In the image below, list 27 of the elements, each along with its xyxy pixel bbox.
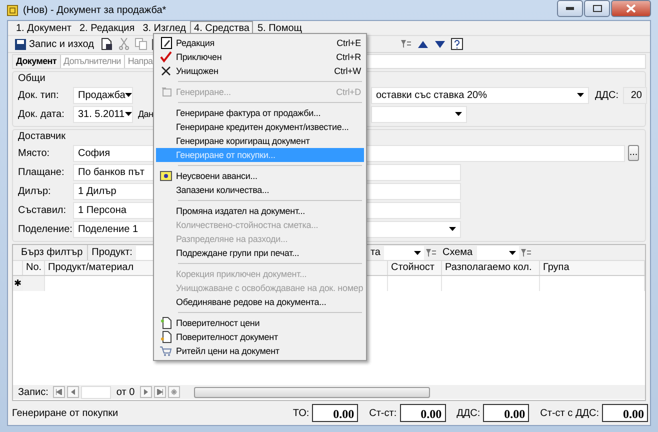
field-label: Дан [138, 109, 154, 119]
total-field: 0.00 [400, 404, 446, 422]
total-field: 0.00 [312, 404, 358, 422]
navigator-label: Запис: [17, 386, 50, 398]
total-field: 0.00 [483, 404, 530, 422]
field-label: Плащане: [18, 166, 66, 178]
new-row-marker: ✱ [13, 276, 23, 291]
total-label: Ст-ст с ДДС: [540, 408, 599, 418]
field-label: Поделение: [18, 224, 73, 234]
total-label: Ст-ст: [369, 408, 397, 418]
field-label: Схема [441, 247, 474, 258]
group-title: Доставчик [18, 131, 66, 143]
field-label: Док. тип: [18, 90, 60, 100]
total-label: ДДС: [456, 408, 480, 418]
field-label: Място: [18, 148, 51, 158]
group-title: Общи [18, 73, 46, 85]
field-label: Дилър: [18, 186, 52, 196]
total-field: 0.00 [602, 404, 648, 422]
total-label: ТО: [292, 408, 310, 418]
field-label: ДДС: [595, 90, 620, 100]
window-title: (Нов) - Документ за продажба* [23, 4, 166, 16]
field-label: Док. дата: [18, 108, 66, 120]
field-label: Съставил: [18, 204, 68, 216]
field-label: та [369, 247, 382, 258]
record-count: от 0 [115, 386, 136, 398]
field-label: Продукт: [90, 247, 134, 258]
status-message: Генериране от покупки [12, 408, 120, 418]
